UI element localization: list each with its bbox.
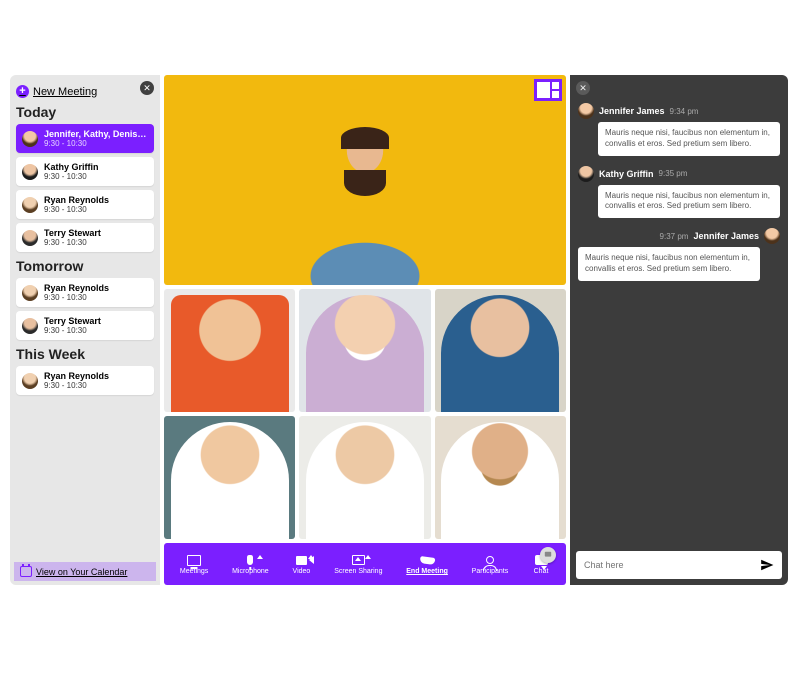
video-button[interactable]: Video	[292, 553, 310, 575]
meeting-card[interactable]: Terry Stewart 9:30 - 10:30	[16, 223, 154, 252]
meeting-name: Ryan Reynolds	[44, 195, 109, 205]
section-thisweek-title: This Week	[16, 346, 154, 362]
participants-grid	[164, 289, 566, 539]
video-main: Meetings Microphone Video Screen Sharing…	[160, 75, 570, 585]
avatar	[578, 166, 594, 182]
meeting-name: Jennifer, Kathy, Denise...	[44, 129, 148, 139]
meeting-time: 9:30 - 10:30	[44, 293, 109, 302]
chat-input[interactable]	[584, 560, 760, 570]
section-tomorrow-title: Tomorrow	[16, 258, 154, 274]
avatar	[764, 228, 780, 244]
send-icon	[760, 558, 774, 572]
message-body: Mauris neque nisi, faucibus non elementu…	[598, 185, 780, 219]
meeting-card[interactable]: Ryan Reynolds 9:30 - 10:30	[16, 190, 154, 219]
message-sender: Jennifer James	[599, 106, 665, 116]
chat-messages: Jennifer James 9:34 pm Mauris neque nisi…	[570, 101, 788, 545]
active-speaker-video[interactable]	[164, 75, 566, 285]
avatar	[22, 318, 38, 334]
video-icon	[296, 556, 307, 565]
participants-button[interactable]: Participants	[472, 553, 509, 575]
meeting-time: 9:30 - 10:30	[44, 238, 101, 247]
chat-message: Kathy Griffin 9:35 pm Mauris neque nisi,…	[578, 166, 780, 219]
message-body: Mauris neque nisi, faucibus non elementu…	[578, 247, 760, 281]
avatar	[578, 103, 594, 119]
new-meeting-button[interactable]: + New Meeting	[16, 85, 154, 98]
meetings-sidebar: ✕ + New Meeting Today Jennifer, Kathy, D…	[10, 75, 160, 585]
message-sender: Kathy Griffin	[599, 169, 654, 179]
plus-icon: +	[16, 85, 29, 98]
meeting-name: Ryan Reynolds	[44, 371, 109, 381]
meeting-time: 9:30 - 10:30	[44, 326, 101, 335]
message-time: 9:37 pm	[660, 232, 689, 241]
calendar-icon	[20, 566, 32, 577]
participant-tile[interactable]	[299, 416, 430, 539]
participant-tile[interactable]	[164, 416, 295, 539]
avatar	[22, 131, 38, 147]
avatar	[22, 164, 38, 180]
microphone-button[interactable]: Microphone	[232, 553, 269, 575]
meeting-card[interactable]: Kathy Griffin 9:30 - 10:30	[16, 157, 154, 186]
layout-toggle-button[interactable]	[534, 79, 562, 101]
avatar	[22, 230, 38, 246]
chat-panel: ✕ Jennifer James 9:34 pm Mauris neque ni…	[570, 75, 788, 585]
participant-tile[interactable]	[435, 416, 566, 539]
avatar	[22, 197, 38, 213]
chat-badge-icon	[540, 547, 556, 563]
chevron-up-icon	[365, 555, 371, 559]
view-on-calendar-button[interactable]: View on Your Calendar	[14, 562, 156, 581]
send-button[interactable]	[760, 558, 774, 572]
end-meeting-button[interactable]: End Meeting	[406, 553, 448, 575]
section-today-title: Today	[16, 104, 154, 120]
new-meeting-label: New Meeting	[33, 86, 97, 98]
meeting-name: Kathy Griffin	[44, 162, 99, 172]
meeting-name: Ryan Reynolds	[44, 283, 109, 293]
chevron-up-icon	[308, 555, 314, 559]
message-sender: Jennifer James	[693, 231, 759, 241]
view-calendar-label: View on Your Calendar	[36, 567, 127, 577]
close-sidebar-button[interactable]: ✕	[140, 81, 154, 95]
screen-share-icon	[352, 555, 365, 565]
call-toolbar: Meetings Microphone Video Screen Sharing…	[164, 543, 566, 585]
participant-tile[interactable]	[164, 289, 295, 412]
meeting-card[interactable]: Terry Stewart 9:30 - 10:30	[16, 311, 154, 340]
chat-message: Jennifer James 9:37 pm Mauris neque nisi…	[578, 228, 780, 281]
screen-sharing-button[interactable]: Screen Sharing	[334, 553, 382, 575]
meeting-time: 9:30 - 10:30	[44, 381, 109, 390]
chat-message: Jennifer James 9:34 pm Mauris neque nisi…	[578, 103, 780, 156]
meeting-card[interactable]: Ryan Reynolds 9:30 - 10:30	[16, 278, 154, 307]
close-chat-button[interactable]: ✕	[576, 81, 590, 95]
meeting-card[interactable]: Jennifer, Kathy, Denise... 9:30 - 10:30	[16, 124, 154, 153]
meetings-button[interactable]: Meetings	[180, 553, 208, 575]
meeting-time: 9:30 - 10:30	[44, 172, 99, 181]
participants-icon	[486, 556, 494, 564]
participant-tile[interactable]	[435, 289, 566, 412]
message-time: 9:35 pm	[659, 169, 688, 178]
person-video	[275, 105, 455, 285]
meeting-name: Terry Stewart	[44, 228, 101, 238]
meeting-name: Terry Stewart	[44, 316, 101, 326]
message-time: 9:34 pm	[670, 107, 699, 116]
hang-up-icon	[419, 555, 435, 564]
chevron-up-icon	[257, 555, 263, 559]
chat-button[interactable]: Chat	[532, 553, 550, 575]
meeting-time: 9:30 - 10:30	[44, 205, 109, 214]
avatar	[22, 373, 38, 389]
chat-input-bar	[576, 551, 782, 579]
avatar	[22, 285, 38, 301]
meetings-icon	[187, 555, 201, 566]
meeting-time: 9:30 - 10:30	[44, 139, 148, 148]
microphone-icon	[247, 555, 253, 565]
message-body: Mauris neque nisi, faucibus non elementu…	[598, 122, 780, 156]
meeting-card[interactable]: Ryan Reynolds 9:30 - 10:30	[16, 366, 154, 395]
participant-tile[interactable]	[299, 289, 430, 412]
